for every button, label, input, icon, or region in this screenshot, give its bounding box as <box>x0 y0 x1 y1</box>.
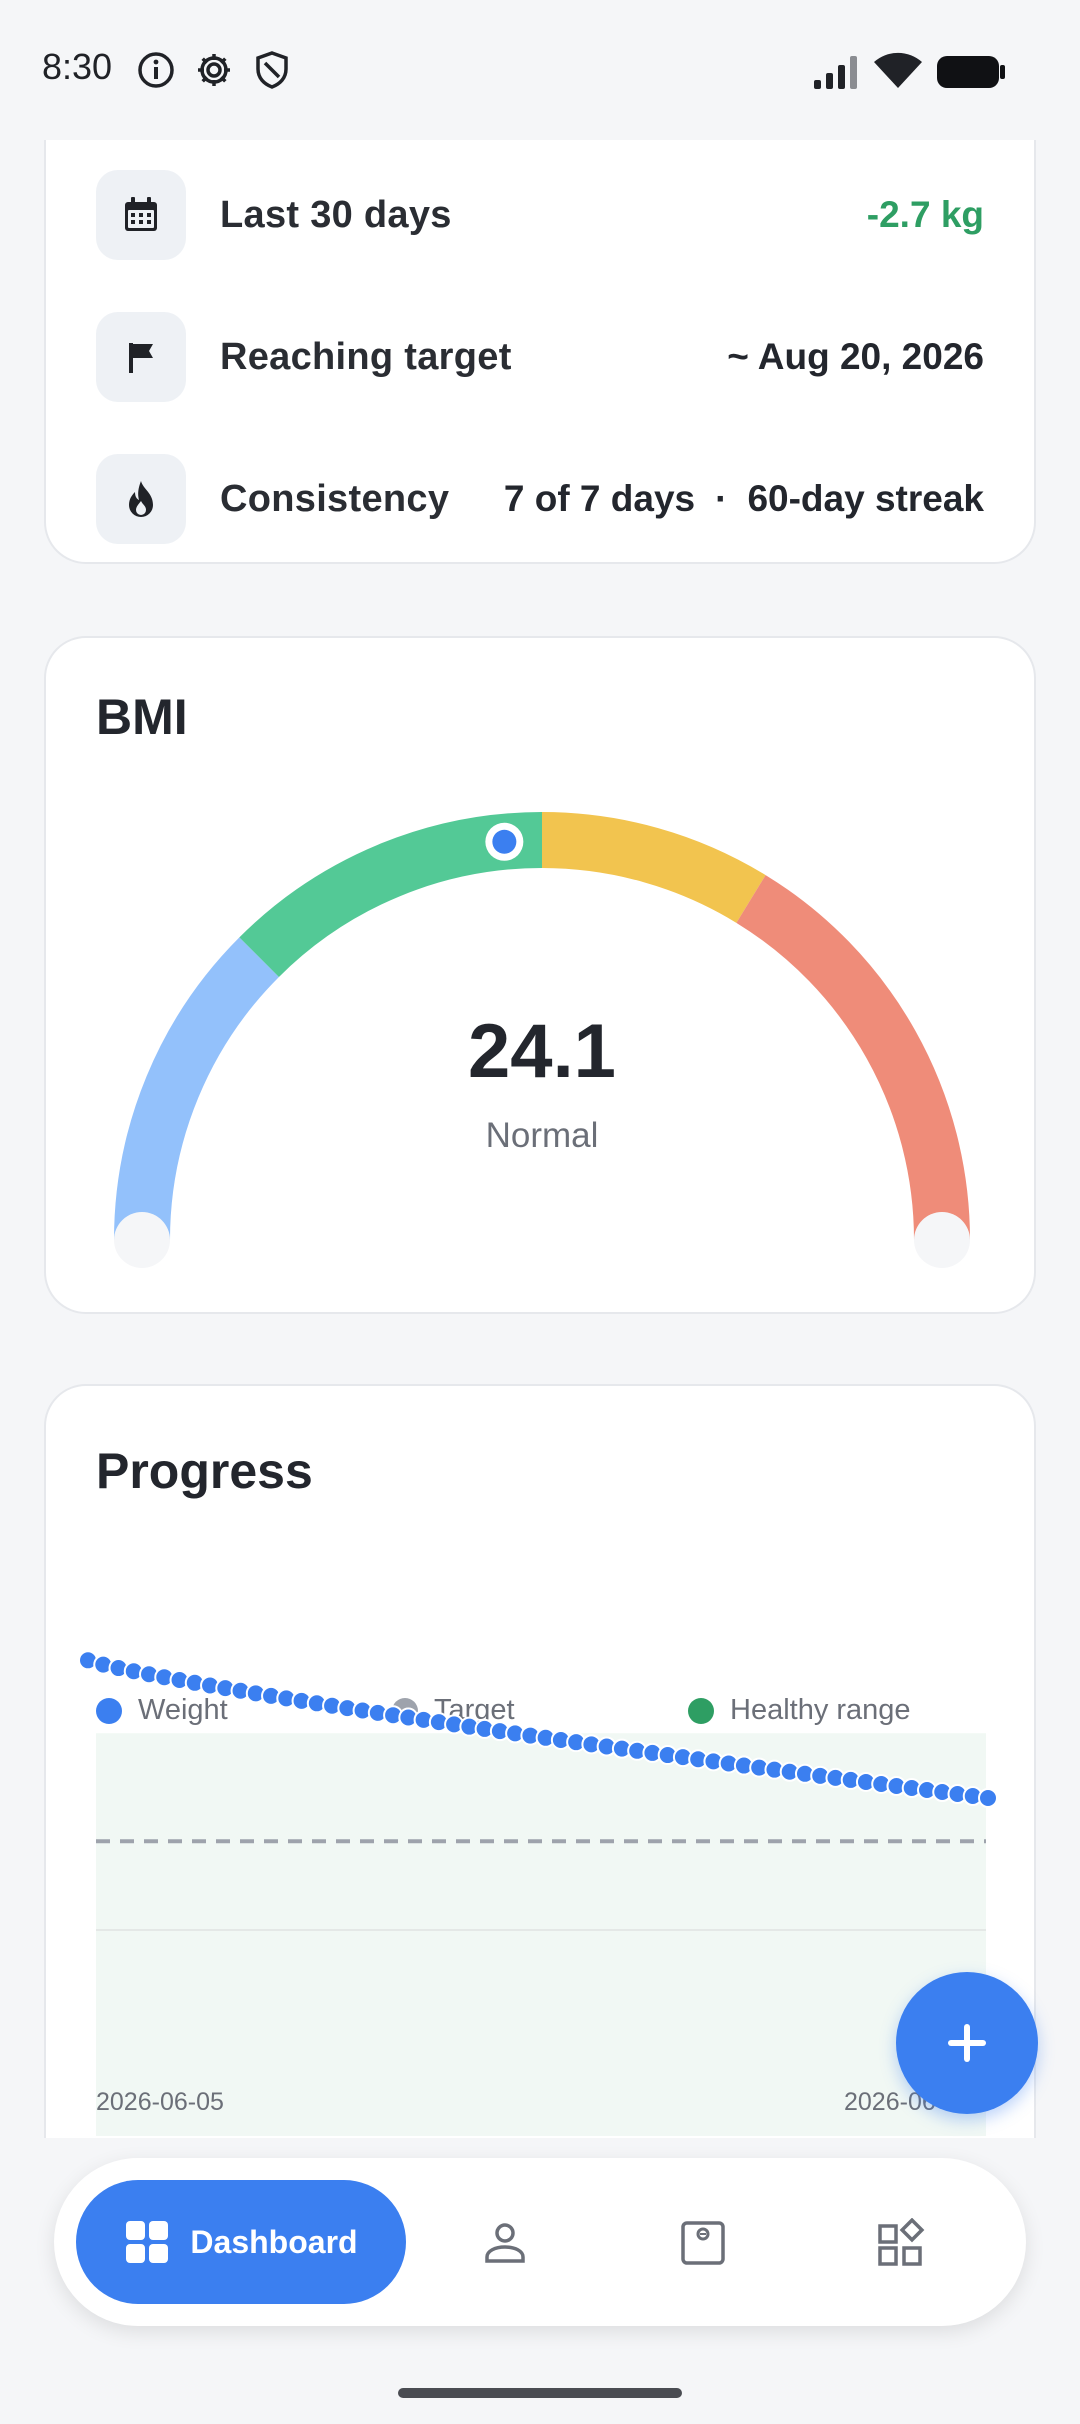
nav-more[interactable] <box>856 2198 946 2288</box>
stat-row-consistency: Consistency 7 of 7 days · 60-day streak <box>96 454 984 544</box>
stat-value-weight-change: -2.7 kg <box>866 194 984 235</box>
gauge-cap-right <box>914 1212 970 1268</box>
wifi-icon <box>874 52 922 88</box>
gauge-cap-left <box>114 1212 170 1268</box>
status-time: 8:30 <box>42 46 113 87</box>
gauge-segment <box>114 937 280 1241</box>
nav-profile[interactable] <box>460 2198 550 2288</box>
nav-dashboard[interactable]: Dashboard <box>76 2180 406 2304</box>
bmi-card: BMI 24.1 Normal <box>44 636 1036 1314</box>
weight-point <box>978 1788 998 1808</box>
stat-value-target-date: ~ Aug 20, 2026 <box>727 336 984 377</box>
stat-label: Last 30 days <box>220 193 452 236</box>
healthy-range-band <box>96 1733 986 2136</box>
nav-scale[interactable] <box>658 2198 748 2288</box>
gauge-segment <box>541 812 766 923</box>
signal-icon <box>814 56 857 89</box>
scale-icon <box>681 2221 725 2265</box>
nav-dashboard-label: Dashboard <box>190 2223 358 2260</box>
shield-icon <box>256 51 288 89</box>
person-icon <box>485 2223 525 2263</box>
x-axis-start-label: 2026-06-05 <box>96 2088 224 2116</box>
battery-icon <box>937 56 1005 88</box>
separator: · <box>715 478 728 519</box>
widgets-icon <box>878 2218 925 2266</box>
plus-icon <box>948 2024 986 2062</box>
stat-label: Reaching target <box>220 335 512 378</box>
bmi-value: 24.1 <box>468 1009 616 1094</box>
flame-icon <box>96 454 186 544</box>
flag-icon <box>96 312 186 402</box>
calendar-icon <box>96 170 186 260</box>
bmi-marker <box>485 822 524 861</box>
bottom-navigation: Dashboard <box>54 2158 1026 2326</box>
stat-value-consistency: 7 of 7 days · 60-day streak <box>504 478 984 520</box>
dashboard-scroll[interactable]: Last 30 days -2.7 kg Reaching target ~ A… <box>0 140 1080 2138</box>
stat-label: Consistency <box>220 477 450 520</box>
gear-icon <box>198 54 230 86</box>
stat-row-last-30-days: Last 30 days -2.7 kg <box>96 170 984 260</box>
add-entry-button[interactable] <box>896 1972 1038 2114</box>
stat-row-reaching-target: Reaching target ~ Aug 20, 2026 <box>96 312 984 402</box>
home-indicator[interactable] <box>398 2388 682 2398</box>
bmi-category: Normal <box>485 1116 599 1155</box>
app-screen: 8:30 Last 30 days -2.7 kg Reaching targe… <box>0 0 1080 2424</box>
consistency-days: 7 of 7 days <box>503 478 696 519</box>
dashboard-icon <box>126 2221 169 2263</box>
stats-card: Last 30 days -2.7 kg Reaching target ~ A… <box>44 140 1036 564</box>
progress-chart <box>78 1650 998 2136</box>
streak-count: 60-day streak <box>747 478 984 519</box>
info-icon <box>138 52 174 88</box>
progress-card: Progress Weight Target Healthy range 202… <box>44 1384 1036 2138</box>
status-bar: 8:30 <box>0 0 1080 140</box>
bmi-gauge <box>114 812 970 1268</box>
